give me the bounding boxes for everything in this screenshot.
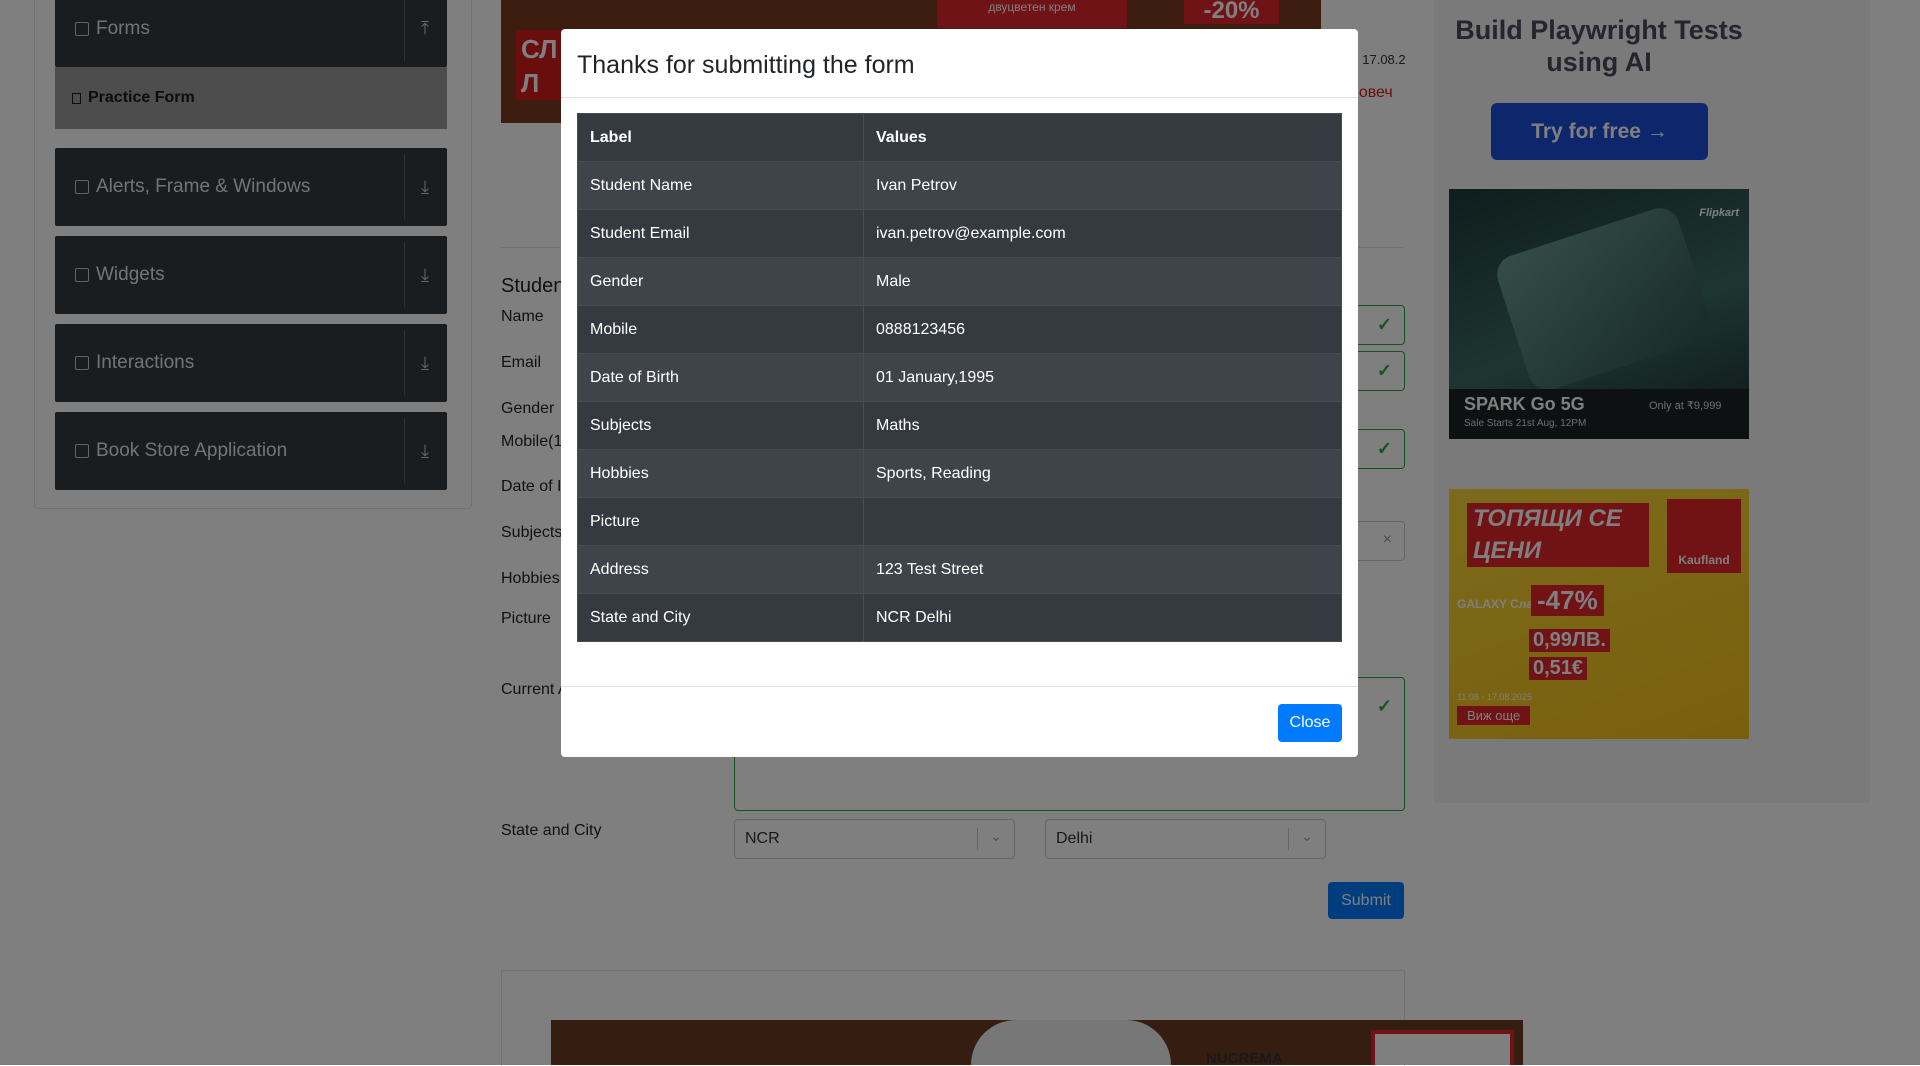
table-row: Student Email ivan.petrov@example.com [577, 209, 1342, 258]
row-label: Student Email [577, 209, 864, 258]
row-label: Address [577, 545, 864, 594]
table-row: Gender Male [577, 257, 1342, 306]
row-label: Date of Birth [577, 353, 864, 402]
column-header-values: Values [863, 113, 1342, 162]
row-value: Male [863, 257, 1342, 306]
results-table: Label Values Student Name Ivan Petrov St… [577, 113, 1342, 642]
row-value [863, 497, 1342, 546]
row-value: NCR Delhi [863, 593, 1342, 642]
submission-modal: Thanks for submitting the form Label Val… [561, 29, 1358, 757]
row-label: Mobile [577, 305, 864, 354]
row-value: Maths [863, 401, 1342, 450]
row-label: Hobbies [577, 449, 864, 498]
close-button[interactable]: Close [1278, 704, 1342, 742]
row-label: Gender [577, 257, 864, 306]
column-header-label: Label [577, 113, 864, 162]
row-label: Student Name [577, 161, 864, 210]
row-value: Sports, Reading [863, 449, 1342, 498]
row-label: Subjects [577, 401, 864, 450]
row-label: Picture [577, 497, 864, 546]
row-value: 01 January,1995 [863, 353, 1342, 402]
table-row: Hobbies Sports, Reading [577, 449, 1342, 498]
table-row: Picture [577, 497, 1342, 546]
row-value: 123 Test Street [863, 545, 1342, 594]
table-row: Mobile 0888123456 [577, 305, 1342, 354]
table-row: State and City NCR Delhi [577, 593, 1342, 642]
table-row: Address 123 Test Street [577, 545, 1342, 594]
row-value: ivan.petrov@example.com [863, 209, 1342, 258]
row-label: State and City [577, 593, 864, 642]
modal-title: Thanks for submitting the form [577, 51, 915, 79]
row-value: 0888123456 [863, 305, 1342, 354]
row-value: Ivan Petrov [863, 161, 1342, 210]
table-row: Student Name Ivan Petrov [577, 161, 1342, 210]
table-row: Subjects Maths [577, 401, 1342, 450]
table-header-row: Label Values [577, 113, 1342, 162]
table-row: Date of Birth 01 January,1995 [577, 353, 1342, 402]
